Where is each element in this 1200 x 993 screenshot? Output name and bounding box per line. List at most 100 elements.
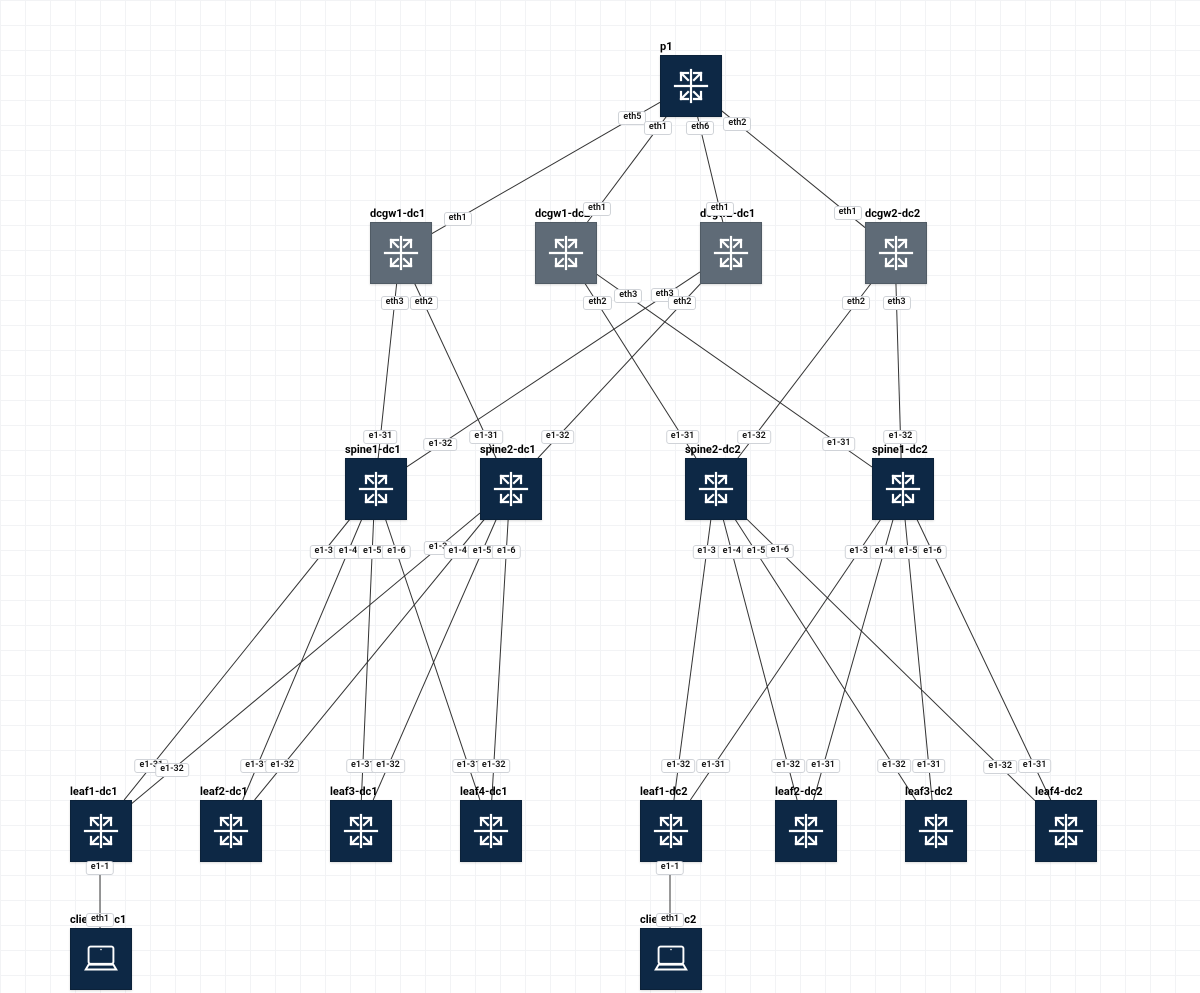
node-dcgw1_dc1[interactable]: dcgw1-dc1 [370,222,432,284]
node-label: leaf2-dc2 [775,785,823,798]
router-icon [70,800,132,862]
router-icon [640,800,702,862]
iface-label: eth3 [883,296,911,310]
iface-label: e1-31 [822,437,856,451]
node-label: dcgw1-dc2 [535,207,590,220]
link-spine2_dc2-leaf2_dc2 [723,518,797,800]
link-spine2_dc1-leaf1_dc1 [130,513,480,805]
iface-label: e1-6 [492,545,520,559]
node-label: spine2-dc1 [480,443,536,456]
iface-label: eth1 [583,202,611,216]
iface-label: eth6 [686,121,714,135]
node-leaf2_dc1[interactable]: leaf2-dc1 [200,800,262,862]
router-icon [460,800,522,862]
node-leaf4_dc2[interactable]: leaf4-dc2 [1035,800,1097,862]
iface-label: e1-31 [806,759,840,773]
node-client1_dc1[interactable]: client1-dc1 [70,928,132,990]
node-label: leaf1-dc2 [640,785,688,798]
laptop-icon [640,928,702,990]
iface-label: e1-6 [766,544,794,558]
router-icon [660,55,722,117]
iface-label: e1-6 [918,545,946,559]
node-leaf3_dc1[interactable]: leaf3-dc1 [330,800,392,862]
router-icon [685,458,747,520]
iface-label: e1-32 [155,763,189,777]
node-label: dcgw1-dc1 [370,207,425,220]
iface-label: eth2 [410,296,438,310]
link-spine2_dc1-leaf2_dc1 [255,518,486,800]
iface-label: eth1 [644,121,672,135]
link-spine1_dc2-leaf1_dc2 [690,518,881,800]
node-label: leaf3-dc1 [330,785,378,798]
node-p1[interactable]: p1 [660,55,722,117]
laptop-icon [70,928,132,990]
iface-label: e1-3 [692,545,720,559]
node-dcgw2_dc1[interactable]: dcgw2-dc1 [700,222,762,284]
iface-label: eth3 [614,289,642,303]
iface-label: e1-32 [884,430,918,444]
iface-label: e1-31 [469,430,503,444]
node-leaf2_dc2[interactable]: leaf2-dc2 [775,800,837,862]
node-label: p1 [660,40,673,53]
node-leaf1_dc2[interactable]: leaf1-dc2 [640,800,702,862]
iface-label: e1-32 [662,759,696,773]
node-leaf1_dc1[interactable]: leaf1-dc1 [70,800,132,862]
node-label: spine1-dc2 [872,443,928,456]
router-icon [1035,800,1097,862]
router-icon [345,458,407,520]
iface-label: e1-32 [477,759,511,773]
node-label: spine1-dc1 [345,443,401,456]
iface-label: e1-31 [1018,759,1052,773]
node-spine2_dc2[interactable]: spine2-dc2 [685,458,747,520]
iface-label: eth5 [618,111,646,125]
iface-label: e1-1 [656,861,684,875]
link-spine2_dc1-leaf4_dc1 [492,518,508,800]
iface-label: e1-6 [382,545,410,559]
link-spine1_dc2-leaf3_dc2 [905,518,932,800]
iface-label: eth2 [583,296,611,310]
iface-label: e1-32 [771,759,805,773]
link-spine2_dc1-leaf3_dc1 [373,518,497,800]
iface-label: e1-32 [877,759,911,773]
iface-label: e1-32 [541,430,575,444]
iface-label: e1-32 [371,759,405,773]
node-dcgw2_dc2[interactable]: dcgw2-dc2 [865,222,927,284]
node-spine2_dc1[interactable]: spine2-dc1 [480,458,542,520]
link-spine1_dc2-leaf4_dc2 [916,518,1050,800]
link-spine2_dc2-leaf1_dc2 [674,518,711,800]
iface-label: eth1 [706,202,734,216]
router-icon [480,458,542,520]
node-label: leaf3-dc2 [905,785,953,798]
router-icon [872,458,934,520]
node-leaf3_dc2[interactable]: leaf3-dc2 [905,800,967,862]
node-dcgw1_dc2[interactable]: dcgw1-dc2 [535,222,597,284]
link-spine1_dc1-leaf4_dc1 [385,518,480,800]
node-label: spine2-dc2 [685,443,741,456]
link-spine1_dc2-leaf2_dc2 [814,518,894,800]
iface-label: eth1 [656,913,684,927]
iface-label: eth1 [86,913,114,927]
router-icon [330,800,392,862]
node-leaf4_dc1[interactable]: leaf4-dc1 [460,800,522,862]
iface-label: eth2 [668,296,696,310]
iface-label: e1-31 [912,759,946,773]
iface-label: e1-32 [737,430,771,444]
node-client1_dc2[interactable]: client1-dc2 [640,928,702,990]
link-spine1_dc1-leaf3_dc1 [361,518,373,800]
iface-label: e1-3 [844,545,872,559]
router-icon [535,222,597,284]
router-icon [700,222,762,284]
node-label: leaf2-dc1 [200,785,248,798]
node-spine1_dc1[interactable]: spine1-dc1 [345,458,407,520]
iface-label: e1-32 [265,759,299,773]
iface-label: eth3 [381,296,409,310]
iface-label: e1-1 [86,861,114,875]
node-label: dcgw2-dc2 [865,207,920,220]
iface-label: eth2 [723,117,751,131]
iface-label: e1-32 [424,438,458,452]
node-spine1_dc2[interactable]: spine1-dc2 [872,458,934,520]
link-spine1_dc1-leaf1_dc1 [124,518,351,800]
link-spine1_dc1-leaf2_dc1 [243,518,363,800]
iface-label: eth1 [444,212,472,226]
router-icon [865,222,927,284]
